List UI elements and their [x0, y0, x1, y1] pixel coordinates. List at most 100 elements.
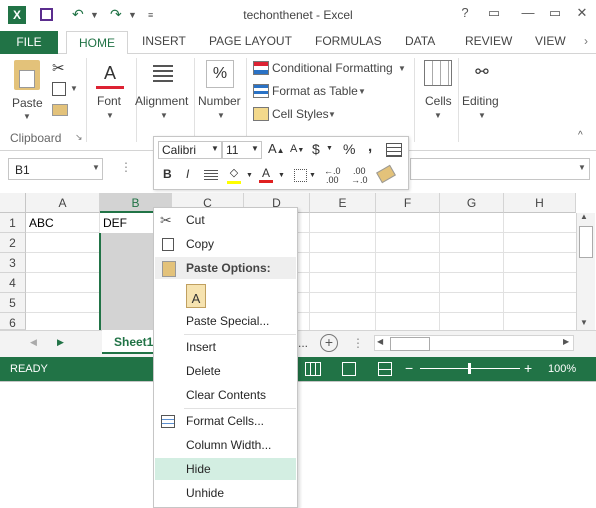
decrease-decimal-icon[interactable]: .00 →.0 — [351, 167, 368, 185]
row-header-1[interactable]: 1 — [0, 213, 26, 233]
vertical-scroll-thumb[interactable] — [579, 226, 593, 258]
column-header-a[interactable]: A — [26, 193, 100, 213]
column-header-e[interactable]: E — [310, 193, 376, 213]
alignment-button[interactable]: Alignment — [135, 94, 188, 108]
editing-button[interactable]: Editing — [462, 94, 499, 108]
row-header-6[interactable]: 6 — [0, 313, 26, 330]
new-sheet-icon[interactable]: + — [320, 334, 338, 352]
row-header-5[interactable]: 5 — [0, 293, 26, 313]
center-align-icon[interactable] — [204, 170, 218, 181]
conditional-formatting-button[interactable]: Conditional Formatting — [272, 61, 393, 75]
cells-button[interactable]: Cells — [425, 94, 452, 108]
paste-icon[interactable] — [14, 60, 40, 90]
row-header-4[interactable]: 4 — [0, 273, 26, 293]
clipboard-launcher-icon[interactable]: ↘ — [75, 132, 83, 143]
tab-data[interactable]: DATA — [405, 34, 435, 48]
borders-icon[interactable] — [294, 169, 307, 182]
sheet-scroll-left-icon[interactable]: ◀ — [30, 337, 37, 348]
column-header-h[interactable]: H — [504, 193, 576, 213]
zoom-out-icon[interactable]: − — [405, 360, 413, 376]
currency-icon[interactable]: $ — [312, 141, 320, 157]
grow-font-icon[interactable]: A▲ — [268, 141, 285, 156]
fill-color-dropdown-icon[interactable]: ▼ — [246, 172, 253, 179]
tabs-scroll-right-icon[interactable]: › — [584, 34, 588, 48]
menu-item-format-cells[interactable]: Format Cells... — [154, 410, 297, 432]
cell-a1[interactable]: ABC — [26, 213, 100, 233]
tab-review[interactable]: REVIEW — [465, 34, 512, 48]
shrink-font-icon[interactable]: A▼ — [290, 143, 304, 155]
copy-dropdown-icon[interactable]: ▼ — [70, 84, 78, 93]
format-table-icon[interactable] — [386, 143, 402, 157]
font-color-dropdown-icon[interactable]: ▼ — [278, 172, 285, 179]
maximize-button[interactable]: ▭ — [545, 5, 565, 25]
page-break-view-icon[interactable] — [378, 362, 392, 376]
font-icon[interactable]: A — [96, 60, 124, 89]
binoculars-icon[interactable]: ⚯ — [470, 60, 494, 84]
mini-font-name-dropdown-icon[interactable]: ▼ — [211, 144, 219, 153]
number-button[interactable]: Number — [198, 94, 241, 108]
formula-input[interactable] — [410, 158, 590, 180]
font-button[interactable]: Font — [97, 94, 121, 108]
scroll-down-icon[interactable]: ▼ — [580, 318, 588, 327]
scroll-up-icon[interactable]: ▲ — [580, 212, 588, 221]
borders-dropdown-icon[interactable]: ▼ — [309, 172, 316, 179]
italic-icon[interactable]: I — [186, 167, 189, 181]
menu-item-unhide[interactable]: Unhide — [154, 482, 297, 504]
minimize-button[interactable]: — — [518, 5, 538, 25]
menu-item-paste-special[interactable]: Paste Special... — [154, 310, 297, 332]
tab-formulas[interactable]: FORMULAS — [315, 34, 382, 48]
menu-item-copy[interactable]: Copy — [154, 233, 297, 255]
cell-styles-button[interactable]: Cell Styles — [272, 107, 329, 121]
copy-icon[interactable] — [52, 82, 66, 96]
mini-font-size-dropdown-icon[interactable]: ▼ — [251, 144, 259, 153]
cells-icon[interactable] — [424, 60, 452, 86]
formula-expand-icon[interactable]: ▼ — [578, 163, 586, 172]
currency-dropdown-icon[interactable]: ▼ — [326, 145, 333, 152]
row-header-3[interactable]: 3 — [0, 253, 26, 273]
sheet-scroll-right-icon[interactable]: ▶ — [57, 337, 64, 348]
column-header-f[interactable]: F — [376, 193, 440, 213]
name-box[interactable]: B1 — [8, 158, 103, 180]
zoom-in-icon[interactable]: + — [524, 360, 532, 376]
zoom-slider-thumb[interactable] — [468, 363, 471, 374]
menu-item-column-width[interactable]: Column Width... — [154, 434, 297, 456]
zoom-level[interactable]: 100% — [548, 363, 576, 375]
percent-style-icon[interactable]: % — [343, 141, 355, 157]
cut-icon[interactable]: ✂ — [52, 59, 65, 77]
bold-icon[interactable]: B — [163, 167, 172, 181]
tab-page-layout[interactable]: PAGE LAYOUT — [209, 34, 292, 48]
alignment-icon[interactable] — [150, 60, 176, 86]
close-button[interactable]: ✕ — [572, 5, 592, 25]
select-all-corner[interactable] — [0, 193, 26, 213]
collapse-ribbon-icon[interactable]: ^ — [578, 130, 583, 141]
menu-item-clear-contents[interactable]: Clear Contents — [154, 384, 297, 406]
font-color-icon[interactable]: A — [259, 166, 273, 183]
hscroll-left-icon[interactable]: ◀ — [377, 337, 383, 346]
percent-icon[interactable]: % — [206, 60, 234, 88]
tab-home[interactable]: HOME — [66, 31, 128, 54]
tab-view[interactable]: VIEW — [535, 34, 566, 48]
sheet-tabs-more[interactable]: ... — [298, 336, 308, 350]
menu-item-delete[interactable]: Delete — [154, 360, 297, 382]
paste-option-keep-formatting-icon[interactable]: A — [186, 284, 206, 308]
menu-item-hide[interactable]: Hide — [155, 458, 296, 480]
fill-color-icon[interactable]: ◇ — [227, 167, 241, 184]
ribbon-display-button[interactable]: ▭ — [484, 5, 504, 25]
paste-button[interactable]: Paste — [12, 96, 43, 110]
help-button[interactable]: ? — [455, 5, 475, 25]
tab-file[interactable]: FILE — [0, 31, 58, 54]
comma-style-icon[interactable]: , — [368, 138, 372, 155]
format-painter-mini-icon[interactable] — [376, 164, 396, 184]
column-header-g[interactable]: G — [440, 193, 504, 213]
hscroll-thumb[interactable] — [390, 337, 430, 351]
format-painter-icon[interactable] — [52, 104, 68, 116]
tab-insert[interactable]: INSERT — [142, 34, 186, 48]
page-layout-view-icon[interactable] — [342, 362, 356, 376]
normal-view-icon[interactable] — [305, 362, 321, 376]
format-as-table-button[interactable]: Format as Table — [272, 84, 358, 98]
menu-item-insert[interactable]: Insert — [154, 336, 297, 358]
increase-decimal-icon[interactable]: ←.0.00 — [324, 167, 341, 185]
hscroll-right-icon[interactable]: ▶ — [563, 337, 569, 346]
row-header-2[interactable]: 2 — [0, 233, 26, 253]
paste-dropdown-icon[interactable]: ▼ — [23, 112, 31, 121]
